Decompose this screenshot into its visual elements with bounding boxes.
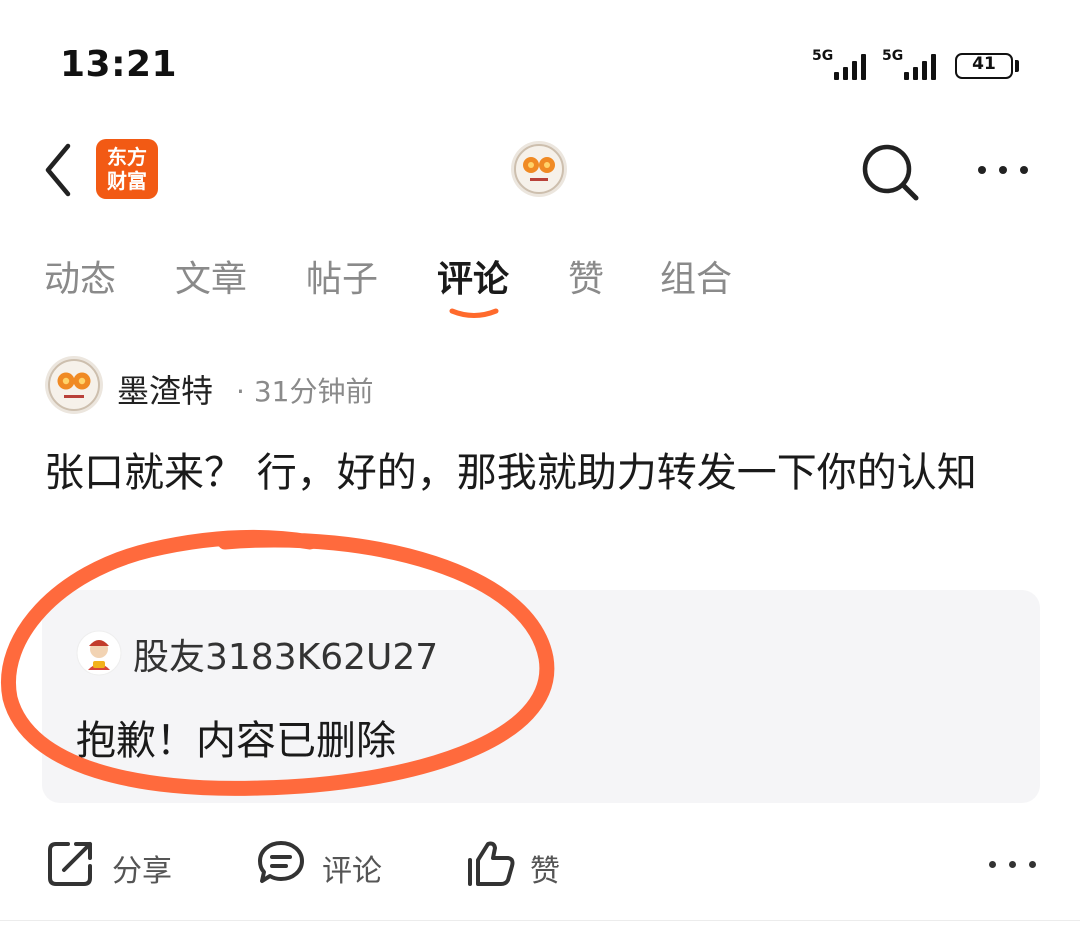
author-avatar[interactable] bbox=[44, 355, 104, 415]
eastmoney-logo[interactable]: 东方 财富 bbox=[96, 139, 158, 199]
comment-button[interactable]: 评论 bbox=[256, 838, 396, 892]
tab-posts[interactable]: 帖子 bbox=[306, 250, 378, 302]
tab-comments[interactable]: 评论 bbox=[437, 250, 509, 302]
more-button[interactable] bbox=[972, 152, 1034, 188]
avatar-image bbox=[76, 630, 122, 676]
back-button[interactable] bbox=[36, 140, 80, 200]
battery-icon: 41 bbox=[955, 53, 1013, 79]
quoted-content-card[interactable] bbox=[42, 590, 1040, 803]
profile-avatar[interactable] bbox=[510, 140, 568, 198]
status-bar: 13:21 5G 5G 41 bbox=[0, 0, 1080, 130]
author-name[interactable]: 墨渣特 bbox=[117, 366, 213, 412]
search-icon bbox=[862, 144, 919, 201]
tab-portfolios[interactable]: 组合 bbox=[660, 250, 732, 302]
battery-level: 41 bbox=[972, 54, 996, 74]
more-horizontal-icon bbox=[972, 152, 1034, 188]
share-button[interactable]: 分享 bbox=[46, 838, 186, 892]
share-icon bbox=[48, 842, 92, 886]
signal-icon-sim2: 5G bbox=[882, 48, 942, 82]
active-tab-indicator bbox=[449, 308, 499, 318]
thumbs-up-icon bbox=[468, 841, 515, 886]
divider bbox=[0, 920, 1080, 921]
quoted-username[interactable]: 股友3183K62U27 bbox=[133, 628, 438, 680]
search-button[interactable] bbox=[860, 142, 920, 202]
post-more-button[interactable] bbox=[980, 848, 1044, 880]
quoted-deleted-text: 抱歉！内容已删除 bbox=[76, 718, 396, 764]
comment-label: 评论 bbox=[322, 854, 382, 889]
profile-tabs: 动态 文章 帖子 评论 赞 组合 bbox=[0, 250, 1080, 330]
tab-articles[interactable]: 文章 bbox=[175, 250, 247, 302]
signal-icon-sim1: 5G bbox=[812, 48, 872, 82]
more-horizontal-icon bbox=[980, 848, 1044, 880]
top-nav-bar: 东方 财富 bbox=[0, 130, 1080, 210]
like-button[interactable]: 赞 bbox=[466, 838, 576, 892]
post-body[interactable]: 张口就来？ 行，好的，那我就助力转发一下你的认知 bbox=[44, 445, 1034, 502]
comment-icon bbox=[258, 841, 304, 883]
share-label: 分享 bbox=[112, 854, 172, 889]
quoted-user-avatar[interactable] bbox=[76, 630, 122, 676]
avatar-image bbox=[511, 141, 567, 197]
like-label: 赞 bbox=[530, 854, 560, 889]
avatar-image bbox=[45, 356, 103, 414]
tab-likes[interactable]: 赞 bbox=[568, 250, 604, 302]
post-time: · 31分钟前 bbox=[236, 375, 374, 408]
chevron-left-icon bbox=[45, 143, 71, 197]
tab-dynamics[interactable]: 动态 bbox=[44, 250, 116, 302]
battery-cap bbox=[1015, 60, 1019, 72]
status-time: 13:21 bbox=[60, 44, 178, 85]
